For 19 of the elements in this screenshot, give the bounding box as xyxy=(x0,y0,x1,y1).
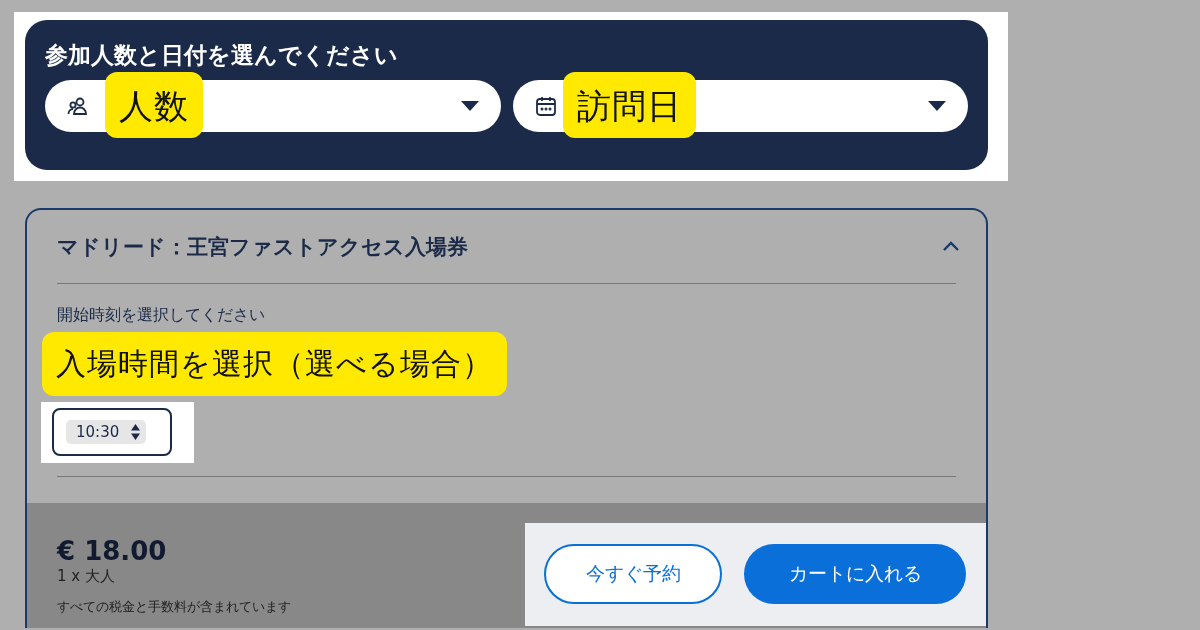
ticket-title: マドリード：王宮ファストアクセス入場券 xyxy=(57,233,468,261)
panel-title: 参加人数と日付を選んでください xyxy=(45,41,399,70)
annotation-label: 人数 xyxy=(105,72,203,138)
price: € 18.00 xyxy=(57,535,167,567)
calendar-icon xyxy=(534,95,557,117)
book-now-button[interactable]: 今すぐ予約 xyxy=(544,544,722,604)
time-value: 10:30 xyxy=(76,423,120,441)
tax-note: すべての税金と手数料が含まれています xyxy=(57,598,291,616)
annotation-label: 訪問日 xyxy=(562,72,696,138)
time-prompt: 開始時刻を選択してください xyxy=(57,304,265,326)
up-down-icon xyxy=(131,424,141,440)
add-to-cart-button[interactable]: カートに入れる xyxy=(744,544,966,604)
people-icon xyxy=(67,96,89,116)
quantity-text: 1 x 大人 xyxy=(57,567,115,586)
time-select[interactable]: 10:30 xyxy=(52,408,173,456)
chevron-up-icon[interactable] xyxy=(942,241,960,252)
annotation-label: 入場時間を選択（選べる場合） xyxy=(42,332,507,396)
caret-icon xyxy=(928,101,946,111)
caret-icon xyxy=(460,101,479,111)
